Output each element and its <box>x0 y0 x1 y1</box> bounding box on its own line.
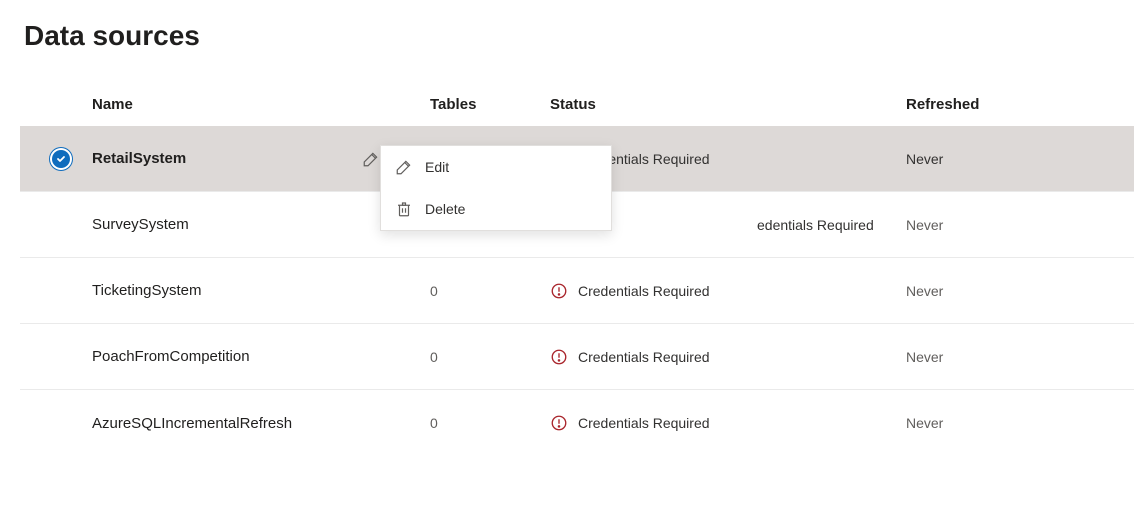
table-row[interactable]: AzureSQLIncrementalRefresh 0 Credentials… <box>20 390 1134 456</box>
row-name[interactable]: SurveySystem <box>92 216 352 233</box>
col-header-tables[interactable]: Tables <box>430 96 550 113</box>
row-refreshed: Never <box>906 283 1106 299</box>
row-name[interactable]: RetailSystem <box>92 150 352 167</box>
page-title: Data sources <box>0 0 1134 82</box>
table-row[interactable]: TicketingSystem 0 Credentials Required N… <box>20 258 1134 324</box>
warning-circle-icon <box>550 414 568 432</box>
row-name[interactable]: PoachFromCompetition <box>92 348 352 365</box>
data-sources-table: Name Tables Status Refreshed RetailSyste… <box>0 82 1134 456</box>
menu-item-edit[interactable]: Edit <box>381 146 611 188</box>
col-header-status[interactable]: Status <box>550 96 906 113</box>
menu-item-label: Delete <box>425 201 465 217</box>
table-header-row: Name Tables Status Refreshed <box>20 82 1134 126</box>
row-status-text: Credentials Required <box>578 415 710 431</box>
row-tables: 0 <box>430 283 550 299</box>
row-status-text: Credentials Required <box>578 349 710 365</box>
menu-item-delete[interactable]: Delete <box>381 188 611 230</box>
table-row[interactable]: PoachFromCompetition 0 Credentials Requi… <box>20 324 1134 390</box>
row-refreshed: Never <box>906 415 1106 431</box>
warning-circle-icon <box>550 282 568 300</box>
menu-item-label: Edit <box>425 159 449 175</box>
col-header-refreshed[interactable]: Refreshed <box>906 96 1106 113</box>
row-refreshed: Never <box>906 217 1106 233</box>
row-refreshed: Never <box>906 349 1106 365</box>
pencil-icon <box>395 158 413 176</box>
row-status-text: Credentials Required <box>578 283 710 299</box>
row-refreshed: Never <box>906 151 1106 167</box>
row-tables: 0 <box>430 415 550 431</box>
row-tables: 0 <box>430 349 550 365</box>
row-name[interactable]: TicketingSystem <box>92 282 352 299</box>
check-circle-icon[interactable] <box>52 150 70 168</box>
row-name[interactable]: AzureSQLIncrementalRefresh <box>92 415 352 432</box>
row-actions-menu: Edit Delete <box>380 145 612 231</box>
trash-icon <box>395 200 413 218</box>
warning-circle-icon <box>550 348 568 366</box>
col-header-name[interactable]: Name <box>92 96 352 113</box>
